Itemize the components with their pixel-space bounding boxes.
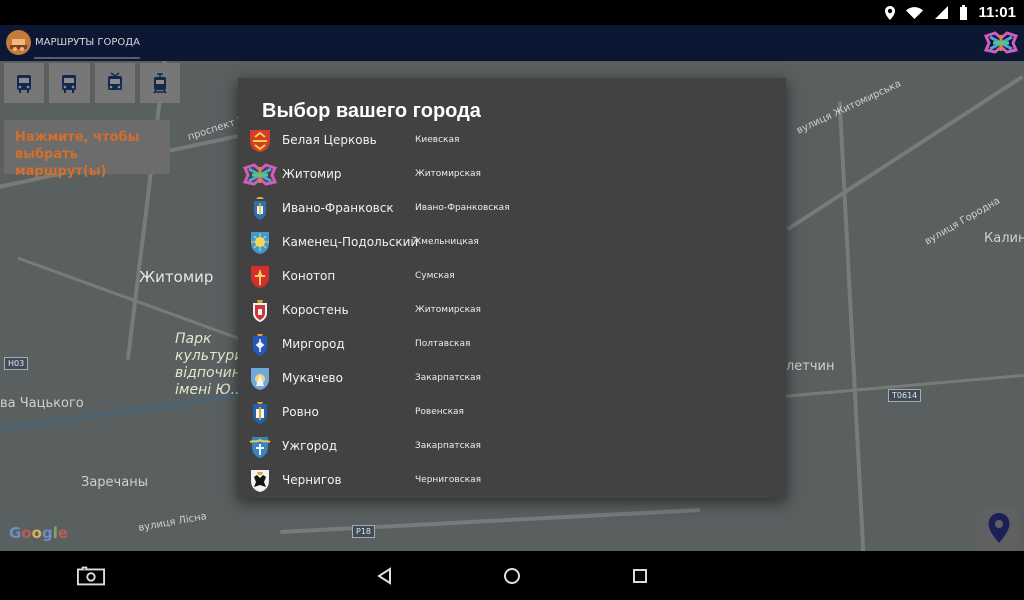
tram-icon [153, 73, 167, 94]
city-name: Коростень [282, 303, 349, 317]
city-name: Миргород [282, 337, 345, 351]
district-label-chatsky: ва Чацького [0, 396, 84, 411]
battery-icon [959, 4, 968, 21]
app-bar [0, 25, 1024, 61]
city-region: Закарпатская [415, 373, 481, 383]
map-road [837, 101, 867, 551]
tram-button[interactable] [139, 63, 180, 103]
city-row-korosten[interactable]: Коростень Житомирская [238, 293, 786, 327]
city-row-uzhhorod[interactable]: Ужгород Закарпатская [238, 429, 786, 463]
camera-icon [77, 566, 105, 586]
city-name: Мукачево [282, 371, 343, 385]
city-row-belaya-tserkov[interactable]: Белая Церковь Киевская [238, 123, 786, 157]
city-region: Черниговская [415, 475, 482, 485]
home-button[interactable] [498, 562, 526, 590]
trolleybus-button[interactable] [94, 63, 135, 103]
district-label-zarechany: Заречаны [81, 475, 148, 490]
city-row-mukachevo[interactable]: Мукачево Закарпатская [238, 361, 786, 395]
city-list: Белая Церковь Киевская Житомир Житомирск… [238, 123, 786, 497]
city-row-ivano-frankivsk[interactable]: Ивано-Франковск Ивано-Франковская [238, 191, 786, 225]
city-region: Киевская [415, 135, 460, 145]
city-region: Сумская [415, 271, 455, 281]
city-region: Житомирская [415, 169, 481, 179]
hint-line-1: Нажмите, чтобы [15, 130, 140, 145]
bus-icon [62, 75, 77, 93]
city-region: Ивано-Франковская [415, 203, 510, 213]
dialog-title: Выбор вашего города [262, 100, 481, 122]
city-name: Житомир [282, 167, 342, 181]
city-selection-dialog[interactable]: Выбор вашего города Белая Церковь Киевск… [238, 78, 786, 498]
trolleybus-icon [107, 72, 122, 90]
konotop-crest-icon [251, 266, 269, 288]
chernihiv-crest-icon [251, 470, 269, 492]
city-map-label: Житомир [139, 268, 214, 286]
city-name: Ивано-Франковск [282, 201, 394, 215]
recent-apps-button[interactable] [626, 562, 654, 590]
map-road [125, 61, 171, 361]
korosten-crest-icon [253, 300, 267, 322]
uzhhorod-crest-icon [249, 437, 271, 458]
city-name: Каменец-Подольский [282, 235, 419, 249]
city-name: Ровно [282, 405, 319, 419]
bus-icon [17, 75, 32, 93]
street-label-zhytomyrska: вулиця Житомирська [795, 78, 903, 137]
road-badge-t0614: Т0614 [888, 389, 922, 402]
back-triangle-icon [377, 567, 391, 585]
city-row-myrhorod[interactable]: Миргород Полтавская [238, 327, 786, 361]
city-row-rivne[interactable]: Ровно Ровенская [238, 395, 786, 429]
city-row-chernihiv[interactable]: Чернигов Черниговская [238, 463, 786, 497]
transport-type-selector [4, 63, 180, 103]
select-route-hint[interactable]: Нажмите, чтобы выбрать маршрут(ы) [4, 120, 170, 179]
belaya-tserkov-crest-icon [250, 130, 270, 152]
map-road [280, 508, 700, 534]
wifi-icon [906, 6, 924, 20]
status-icons: 11:01 [884, 0, 1016, 25]
app-logo-icon[interactable] [6, 30, 31, 55]
city-region: Полтавская [415, 339, 471, 349]
kamianets-crest-icon [251, 232, 269, 254]
location-icon [884, 5, 896, 21]
city-row-konotop[interactable]: Конотоп Сумская [238, 259, 786, 293]
city-name: Ужгород [282, 439, 338, 453]
street-label-lisna: вулиця Лісна [137, 511, 208, 534]
bus-button[interactable] [4, 63, 45, 103]
district-label-kalino: Калинс [984, 231, 1024, 246]
status-time: 11:01 [978, 4, 1016, 21]
ivano-frankivsk-crest-icon [254, 197, 266, 220]
screenshot-button[interactable] [77, 562, 105, 590]
mukachevo-crest-icon [251, 368, 269, 390]
minibus-button[interactable] [49, 63, 90, 103]
city-region: Ровенская [415, 407, 464, 417]
city-region: Житомирская [415, 305, 481, 315]
city-name: Белая Церковь [282, 133, 377, 147]
myrhorod-crest-icon [253, 334, 267, 356]
road-badge-n03: Н03 [4, 357, 29, 370]
rivne-crest-icon [253, 402, 267, 424]
hint-line-2: выбрать маршрут(ы) [15, 147, 107, 179]
cellular-signal-icon [933, 5, 949, 20]
back-button[interactable] [370, 562, 398, 590]
recent-apps-square-icon [633, 569, 647, 583]
city-name: Конотоп [282, 269, 336, 283]
district-label-letchin: летчин [786, 359, 835, 374]
city-region: Закарпатская [415, 441, 481, 451]
select-location-button[interactable] [978, 507, 1020, 549]
city-name: Чернигов [282, 473, 342, 487]
road-badge-p18: Р18 [352, 525, 376, 538]
home-circle-icon [504, 568, 520, 584]
app-title[interactable]: МАРШРУТЫ ГОРОДА [35, 37, 140, 48]
title-underline [34, 57, 140, 59]
google-logo: Google [9, 524, 69, 542]
city-row-zhytomyr[interactable]: Житомир Житомирская [238, 157, 786, 191]
city-region: Хмельницкая [415, 237, 479, 247]
city-brand-icon[interactable] [983, 30, 1019, 55]
zhytomyr-brand-icon [243, 163, 277, 186]
city-row-kamianets-podilskyi[interactable]: Каменец-Подольский Хмельницкая [238, 225, 786, 259]
location-pin-icon [988, 513, 1010, 543]
android-status-bar: 11:01 [0, 0, 1024, 25]
